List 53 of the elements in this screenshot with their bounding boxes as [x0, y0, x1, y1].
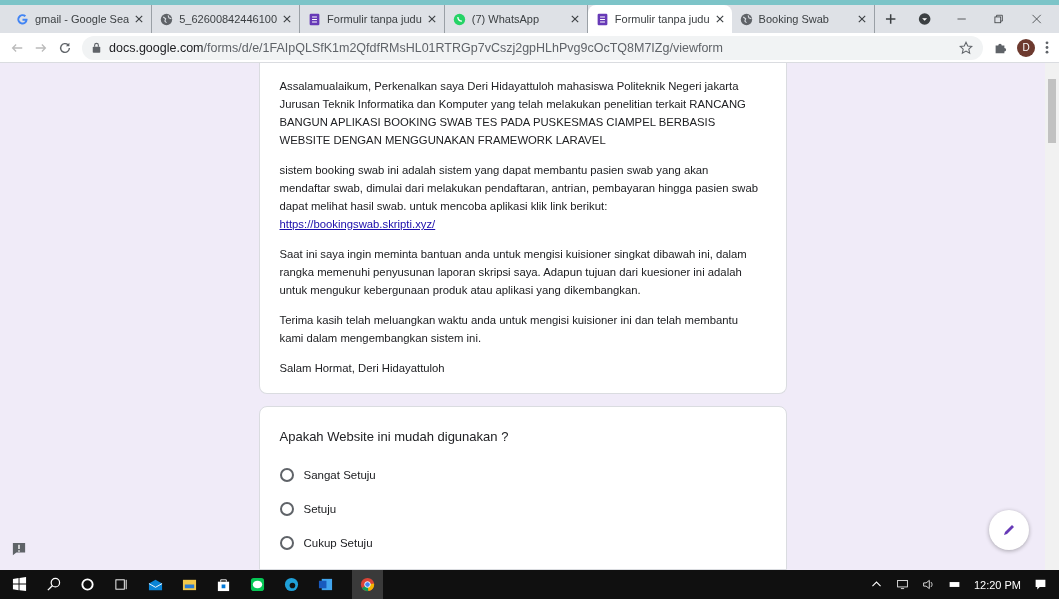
question-title: Apakah Website ini mudah digunakan ?: [279, 429, 510, 444]
close-icon[interactable]: [857, 15, 866, 23]
description-text: sistem booking swab ini adalah sistem yang dapat membantu pasien swab yang akan mendaftar swab, dimulai dari melakukan pendaftaran, antrian, pembayaran hingga pasien swab dapat melihat hasil swab. untuk mencoba aplikasi klik link berikut: https://bookingswab.skripti.xyz/: [279, 163, 760, 232]
close-icon[interactable]: [715, 15, 724, 23]
globe-icon: [739, 12, 753, 26]
profile-avatar[interactable]: D: [1017, 38, 1035, 57]
globe-icon: [160, 12, 174, 26]
close-icon[interactable]: [570, 15, 579, 23]
pencil-icon: [1001, 522, 1017, 538]
link[interactable]: https://bookingswab.skripti.xyz/: [279, 218, 436, 230]
radio-button[interactable]: [279, 468, 294, 482]
description-text: Saat ini saya ingin meminta bantuan anda untuk mengisi kuisioner singkat dibawah ini, dalam rangka memenuhi penyusunan laporan skripsi saya. Adapun tujuan dari kuesioner ini adalah untuk mengukur kebergunaan produk atau aplikasi yang dikembangkan.: [279, 247, 748, 298]
close-icon[interactable]: [135, 15, 144, 23]
notification-icon[interactable]: [1034, 578, 1047, 591]
bookmark-star-icon[interactable]: [959, 40, 973, 55]
radio-button[interactable]: [279, 536, 294, 550]
chrome-icon[interactable]: [352, 570, 383, 599]
monitor-icon[interactable]: [895, 578, 909, 591]
google-icon: [16, 12, 29, 26]
description-text: Assalamualaikum, Perkenalkan saya Deri Hidayattuloh mahasiswa Politeknik Negeri jakarta Jurusan Teknik Informatika dan Komputer yang telah melakukan penelitian terkait RANCANG BANGUN APLIKASI BOOKING SWAB TES PADA PUSKESMAS CIAMPEL BERBASIS WEBSITE DENGAN MENGGUNAKAN FRAMEWORK LARAVEL: [279, 79, 747, 148]
new-tab-icon[interactable]: [884, 13, 896, 25]
close-icon[interactable]: [283, 15, 292, 23]
feedback-icon[interactable]: [12, 542, 26, 556]
lock-icon: [92, 42, 101, 53]
task-view-icon[interactable]: [114, 577, 129, 592]
mail-icon[interactable]: [148, 577, 163, 592]
option-label: Sangat Setuju: [303, 469, 376, 481]
restore-icon[interactable]: [992, 12, 1006, 26]
circle-icon[interactable]: [80, 577, 95, 592]
address-bar[interactable]: docs.google.com/forms/d/e/1FAIpQLSfK1m2QfdfRMsHL01RTRGp7vCszj2gpHLhPvg9cOcTQ8M7IZg/viewform: [82, 35, 983, 60]
clock-time: 12:20 PM: [973, 578, 1021, 591]
radio-button[interactable]: [279, 502, 294, 516]
folder-icon[interactable]: [182, 577, 197, 592]
reload-icon[interactable]: [58, 40, 72, 55]
description-text: Salam Hormat, Deri Hidayattuloh: [279, 361, 446, 376]
browser-icon[interactable]: [284, 577, 299, 592]
browser-tab[interactable]: Formulir tanpa judu: [587, 5, 732, 33]
close-icon[interactable]: [427, 15, 436, 23]
windows-icon[interactable]: [12, 577, 27, 592]
menu-icon[interactable]: [1045, 40, 1049, 55]
search-icon[interactable]: [46, 577, 61, 592]
tab-search-icon[interactable]: [917, 12, 932, 26]
chat-icon: [452, 12, 466, 26]
document-icon[interactable]: [318, 577, 333, 592]
form-icon: [595, 12, 609, 26]
option-label: Setuju: [303, 503, 337, 515]
shopping-bag-icon[interactable]: [216, 577, 231, 592]
description-text: Terima kasih telah meluangkan waktu anda untuk mengisi kuisioner ini dan telah membantu kami dalam mengembangkan sistem ini.: [279, 313, 739, 346]
chat-bubble-icon[interactable]: [250, 577, 265, 592]
option-label: Cukup Setuju: [303, 537, 373, 549]
form-icon: [308, 12, 322, 26]
scrollbar[interactable]: [1045, 63, 1059, 570]
speaker-icon[interactable]: [921, 578, 935, 591]
